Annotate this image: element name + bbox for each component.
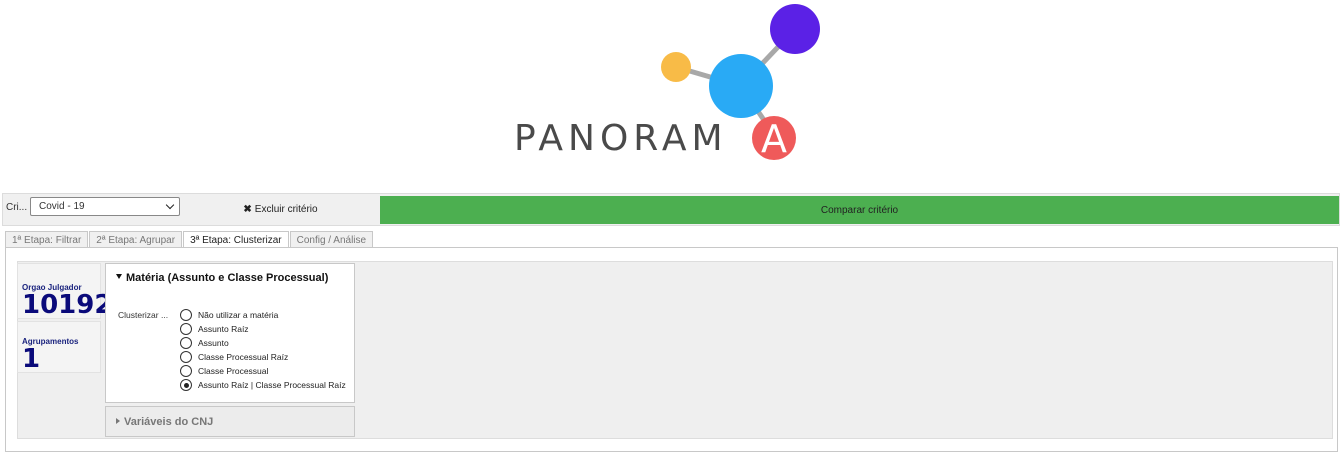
tab-agrupar[interactable]: 2ª Etapa: Agrupar [89, 231, 183, 248]
caret-down-icon [116, 274, 122, 279]
variaveis-panel[interactable]: Variáveis do CNJ [105, 406, 355, 437]
variaveis-panel-header[interactable]: Variáveis do CNJ [116, 416, 213, 428]
radio-button[interactable] [180, 379, 192, 391]
radio-button[interactable] [180, 365, 192, 377]
radio-option[interactable]: Classe Processual [180, 364, 346, 378]
materia-panel: Matéria (Assunto e Classe Processual) Cl… [105, 263, 355, 403]
delete-criterion-button[interactable]: ✖ Excluir critério [183, 195, 378, 224]
logo-text: PANORAM [514, 118, 728, 159]
radio-button[interactable] [180, 323, 192, 335]
radio-button[interactable] [180, 309, 192, 321]
radio-label: Não utilizar a matéria [198, 310, 279, 320]
radio-button[interactable] [180, 337, 192, 349]
radio-option[interactable]: Assunto [180, 336, 346, 350]
compare-criterion-button[interactable]: Comparar critério [380, 196, 1339, 224]
tab-config-analise[interactable]: Config / Análise [289, 231, 374, 248]
criteria-toolbar: Cri... Covid - 19 ✖ Excluir critério Com… [2, 193, 1340, 226]
stat-agrupamentos: Agrupamentos 1 [17, 321, 101, 374]
radio-option[interactable]: Assunto Raíz [180, 322, 346, 336]
materia-panel-header[interactable]: Matéria (Assunto e Classe Processual) [116, 272, 328, 284]
variaveis-panel-title: Variáveis do CNJ [124, 416, 214, 428]
radio-button[interactable] [180, 351, 192, 363]
cluster-radio-group: Não utilizar a matéria Assunto Raíz Assu… [180, 308, 346, 392]
molecule-logo-icon: A [661, 4, 820, 161]
criterion-select[interactable]: Covid - 19 [30, 197, 180, 216]
stats-column: Orgao Julgador 10192 Agrupamentos 1 [16, 263, 112, 374]
tab-filtrar[interactable]: 1ª Etapa: Filtrar [5, 231, 89, 248]
radio-option[interactable]: Não utilizar a matéria [180, 308, 346, 322]
cluster-label: Clusterizar ... [118, 310, 169, 320]
stat-orgao-julgador: Orgao Julgador 10192 [17, 263, 112, 320]
stat-value: 1 [22, 344, 41, 374]
radio-label: Assunto [198, 338, 229, 348]
radio-label: Assunto Raíz | Classe Processual Raíz [198, 380, 346, 390]
tab-clusterizar[interactable]: 3ª Etapa: Clusterizar [183, 231, 289, 248]
stage-tabs: 1ª Etapa: Filtrar 2ª Etapa: Agrupar 3ª E… [5, 231, 374, 248]
radio-option[interactable]: Classe Processual Raíz [180, 350, 346, 364]
criterion-label: Cri... [6, 202, 28, 213]
materia-panel-title: Matéria (Assunto e Classe Processual) [126, 272, 329, 284]
radio-option[interactable]: Assunto Raíz | Classe Processual Raíz [180, 378, 346, 392]
chevron-down-icon [165, 200, 175, 210]
stat-value: 10192 [22, 290, 113, 320]
radio-label: Classe Processual [198, 366, 269, 376]
logo: A PANORAM [0, 0, 1342, 190]
radio-label: Classe Processual Raíz [198, 352, 289, 362]
close-icon: ✖ [243, 204, 252, 215]
radio-label: Assunto Raíz [198, 324, 249, 334]
criterion-select-value: Covid - 19 [39, 201, 85, 212]
logo-accent-letter: A [761, 117, 787, 161]
delete-criterion-label: Excluir critério [254, 204, 318, 215]
caret-right-icon [116, 418, 120, 424]
